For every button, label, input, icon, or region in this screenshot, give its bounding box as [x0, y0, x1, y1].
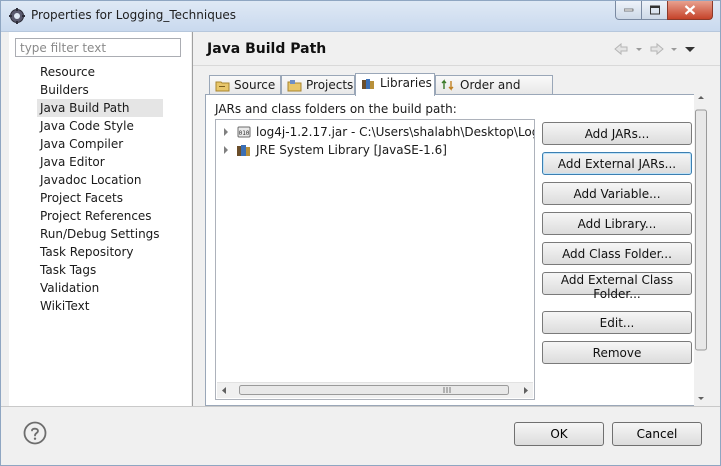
forward-dropdown-icon[interactable]: [670, 42, 678, 56]
sidebar-item-task-tags[interactable]: Task Tags: [37, 261, 163, 279]
close-button[interactable]: [667, 1, 713, 20]
property-pages-list: Resource Builders Java Build Path Java C…: [37, 63, 163, 315]
projects-icon: [287, 80, 302, 92]
title-bar[interactable]: Properties for Logging_Techniques: [1, 1, 720, 32]
panel-divider[interactable]: [192, 32, 193, 406]
jar-icon: 010: [237, 126, 251, 138]
tab-label: Libraries: [380, 76, 432, 90]
filter-input[interactable]: [15, 38, 181, 57]
tab-label: Projects: [306, 78, 354, 92]
sidebar-item-run-debug-settings[interactable]: Run/Debug Settings: [37, 225, 163, 243]
library-icon: [237, 145, 250, 156]
scroll-right-icon[interactable]: [518, 383, 533, 398]
sidebar-item-wikitext[interactable]: WikiText: [37, 297, 163, 315]
sidebar-item-java-code-style[interactable]: Java Code Style: [37, 117, 163, 135]
tab-source[interactable]: Source: [209, 75, 281, 95]
scrollbar-thumb[interactable]: [239, 385, 509, 395]
page-title: Java Build Path: [207, 41, 327, 57]
back-arrow-icon[interactable]: [613, 42, 629, 56]
order-export-icon: [441, 79, 454, 91]
sidebar-item-java-build-path[interactable]: Java Build Path: [37, 99, 163, 117]
view-menu-icon[interactable]: [684, 42, 696, 56]
forward-arrow-icon[interactable]: [649, 42, 665, 56]
sidebar-item-builders[interactable]: Builders: [37, 81, 163, 99]
libraries-icon: [362, 79, 374, 89]
sidebar-item-validation[interactable]: Validation: [37, 279, 163, 297]
minimize-button[interactable]: [615, 1, 642, 20]
expand-arrow-icon[interactable]: [220, 123, 234, 141]
sidebar-item-resource[interactable]: Resource: [37, 63, 163, 81]
add-jars-button[interactable]: Add JARs...: [542, 122, 692, 145]
tab-label: Source: [234, 78, 276, 92]
add-class-folder-button[interactable]: Add Class Folder...: [542, 242, 692, 265]
sidebar-item-java-editor[interactable]: Java Editor: [37, 153, 163, 171]
cancel-button[interactable]: Cancel: [612, 422, 702, 446]
add-library-button[interactable]: Add Library...: [542, 212, 692, 235]
eclipse-gear-icon: [9, 8, 25, 24]
sidebar-item-javadoc-location[interactable]: Javadoc Location: [37, 171, 163, 189]
add-external-class-folder-button[interactable]: Add External Class Folder...: [542, 272, 692, 301]
maximize-icon: [649, 5, 660, 15]
sidebar-item-project-references[interactable]: Project References: [37, 207, 163, 225]
horizontal-scrollbar[interactable]: [217, 382, 533, 398]
close-icon: [684, 5, 696, 15]
sidebar-item-task-repository[interactable]: Task Repository: [37, 243, 163, 261]
library-row-jre[interactable]: JRE System Library [JavaSE-1.6]: [220, 141, 447, 159]
property-pages-panel: Resource Builders Java Build Path Java C…: [9, 32, 191, 406]
sidebar-item-project-facets[interactable]: Project Facets: [37, 189, 163, 207]
expand-arrow-icon[interactable]: [220, 141, 234, 159]
source-folder-icon: [215, 81, 230, 92]
tab-order-and-export[interactable]: Order and Export: [435, 75, 553, 110]
page-navigation: [613, 42, 698, 56]
library-label: JRE System Library [JavaSE-1.6]: [256, 143, 447, 157]
add-variable-button[interactable]: Add Variable...: [542, 182, 692, 205]
back-dropdown-icon[interactable]: [635, 42, 643, 56]
library-label: log4j-1.2.17.jar - C:\Users\shalabh\Desk…: [256, 125, 534, 139]
vertical-scrollbar[interactable]: [694, 94, 708, 406]
tab-projects[interactable]: Projects: [281, 75, 355, 95]
help-icon[interactable]: [23, 421, 47, 445]
tab-libraries[interactable]: Libraries: [355, 73, 435, 96]
edit-button[interactable]: Edit...: [542, 311, 692, 334]
sidebar-item-java-compiler[interactable]: Java Compiler: [37, 135, 163, 153]
scroll-left-icon[interactable]: [217, 383, 232, 398]
header-divider: [193, 65, 720, 66]
ok-button[interactable]: OK: [514, 422, 604, 446]
svg-text:010: 010: [239, 130, 250, 137]
scrollbar-grip-icon: [443, 387, 451, 393]
library-tree[interactable]: 010 log4j-1.2.17.jar - C:\Users\shalabh\…: [215, 119, 535, 400]
footer-divider: [1, 406, 720, 407]
minimize-icon: [623, 8, 633, 12]
library-row-log4j[interactable]: 010 log4j-1.2.17.jar - C:\Users\shalabh\…: [220, 123, 534, 141]
remove-button[interactable]: Remove: [542, 341, 692, 364]
build-path-label: JARs and class folders on the build path…: [215, 102, 457, 116]
add-external-jars-button[interactable]: Add External JARs...: [542, 152, 692, 175]
properties-dialog: Properties for Logging_Techniques Resour…: [0, 0, 721, 466]
window-title: Properties for Logging_Techniques: [31, 8, 237, 22]
maximize-button[interactable]: [641, 1, 668, 20]
